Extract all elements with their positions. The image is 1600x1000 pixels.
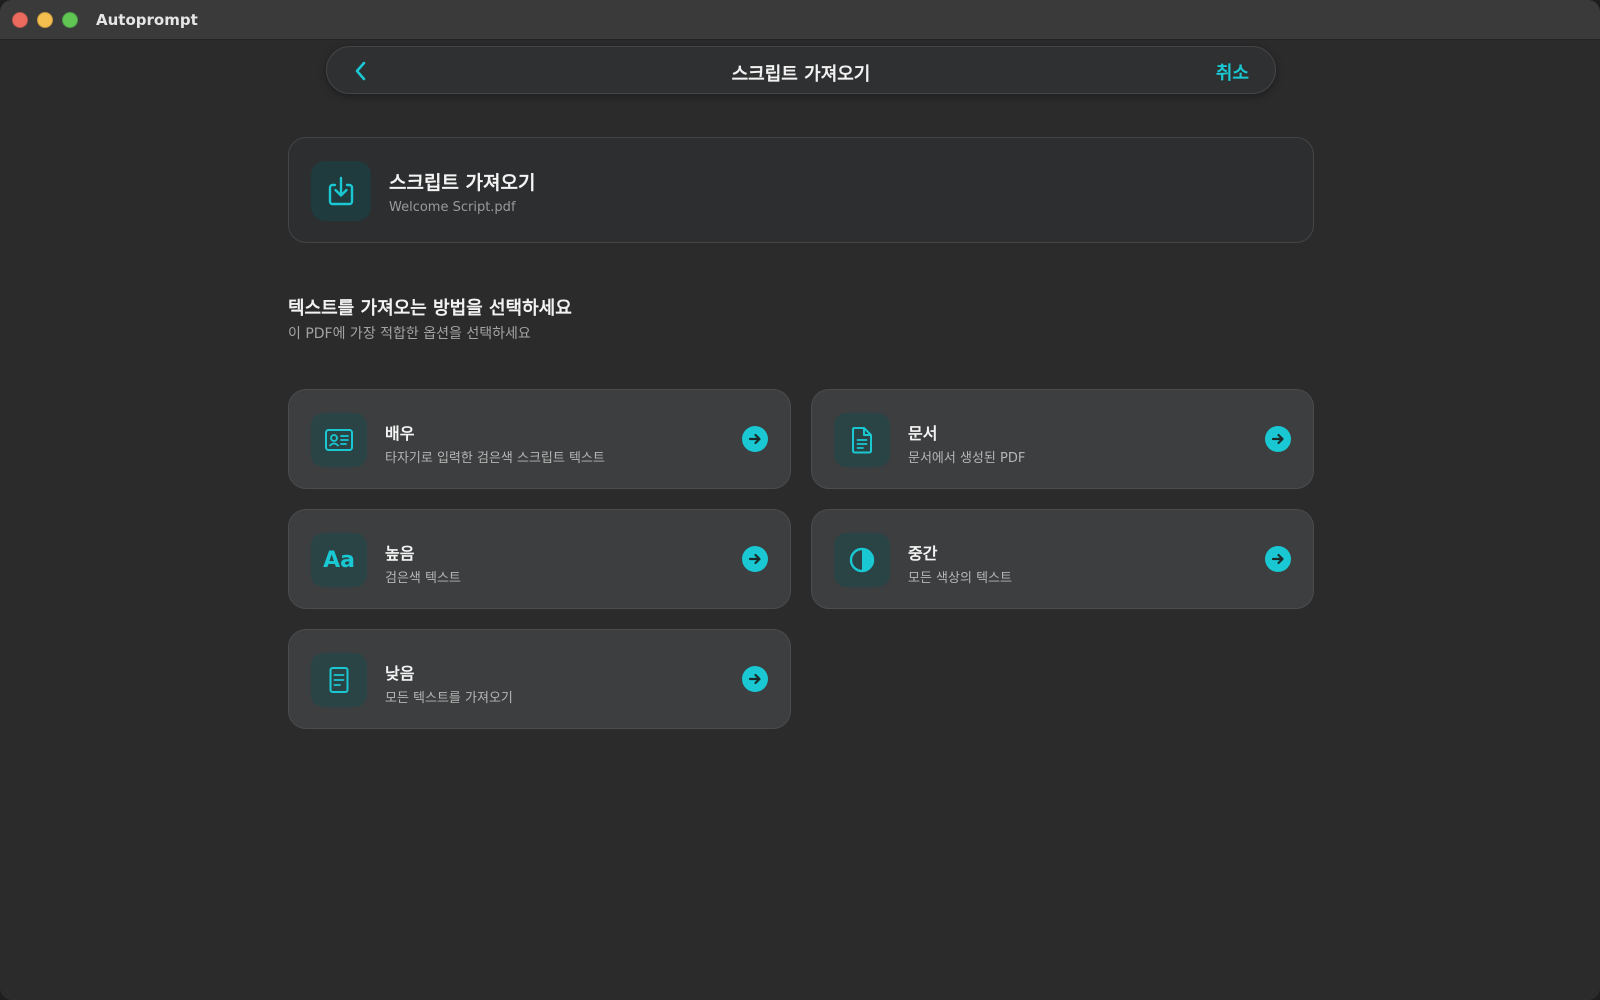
navigation-bar: 스크립트 가져오기 취소: [326, 46, 1276, 94]
page-icon: [311, 653, 367, 707]
app-window: Autoprompt 스크립트 가져오기 취소 스크립트 가져오기 Welcom…: [0, 0, 1600, 1000]
section-heading: 텍스트를 가져오는 방법을 선택하세요: [288, 298, 572, 319]
option-title: 중간: [908, 544, 938, 563]
option-card-document[interactable]: 문서 문서에서 생성된 PDF: [811, 389, 1314, 489]
window-controls: [12, 11, 78, 28]
option-title: 배우: [385, 424, 415, 443]
minimize-window-button[interactable]: [37, 11, 53, 28]
arrow-right-icon[interactable]: [742, 666, 768, 692]
option-description: 타자기로 입력한 검은색 스크립트 텍스트: [385, 451, 605, 466]
file-card-title: 스크립트 가져오기: [389, 172, 536, 194]
import-download-icon: [311, 161, 371, 221]
option-card-actor[interactable]: 배우 타자기로 입력한 검은색 스크립트 텍스트: [288, 389, 791, 489]
option-title: 낮음: [385, 664, 415, 683]
option-card-medium[interactable]: 중간 모든 색상의 텍스트: [811, 509, 1314, 609]
close-window-button[interactable]: [12, 11, 28, 28]
arrow-right-icon[interactable]: [742, 546, 768, 572]
option-card-low[interactable]: 낮음 모든 텍스트를 가져오기: [288, 629, 791, 729]
file-name: Welcome Script.pdf: [389, 200, 516, 215]
option-title: 높음: [385, 544, 415, 563]
arrow-right-icon[interactable]: [1265, 546, 1291, 572]
app-title: Autoprompt: [96, 10, 198, 29]
option-title: 문서: [908, 424, 938, 443]
arrow-right-icon[interactable]: [742, 426, 768, 452]
arrow-right-icon[interactable]: [1265, 426, 1291, 452]
document-icon: [834, 413, 890, 467]
option-description: 모든 텍스트를 가져오기: [385, 691, 513, 706]
id-card-icon: [311, 413, 367, 467]
cancel-button[interactable]: 취소: [1216, 59, 1249, 85]
import-file-card: 스크립트 가져오기 Welcome Script.pdf: [288, 137, 1314, 243]
text-aa-icon: Aa: [311, 533, 367, 587]
option-description: 모든 색상의 텍스트: [908, 571, 1012, 586]
section-subheading: 이 PDF에 가장 적합한 옵션을 선택하세요: [288, 326, 531, 342]
option-description: 문서에서 생성된 PDF: [908, 451, 1026, 466]
maximize-window-button[interactable]: [62, 11, 78, 28]
title-bar: Autoprompt: [0, 0, 1600, 40]
contrast-icon: [834, 533, 890, 587]
text-aa-glyph: Aa: [323, 547, 355, 573]
option-card-high[interactable]: Aa 높음 검은색 텍스트: [288, 509, 791, 609]
page-title: 스크립트 가져오기: [731, 64, 871, 85]
option-description: 검은색 텍스트: [385, 571, 461, 586]
